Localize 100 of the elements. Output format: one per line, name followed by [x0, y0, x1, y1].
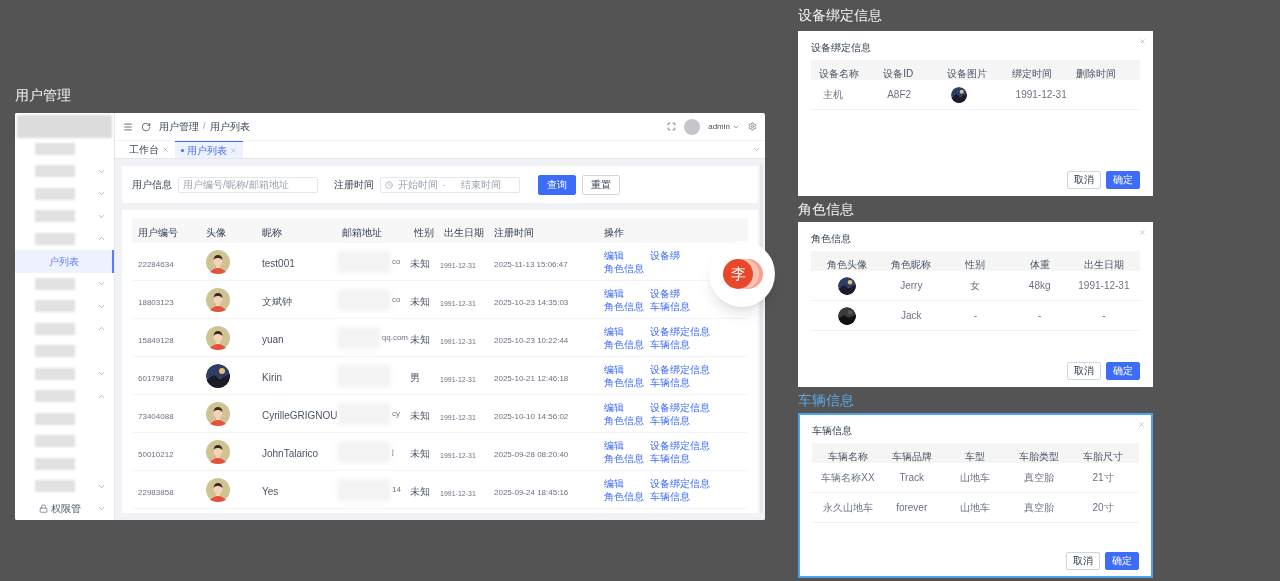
action-link[interactable]: 编辑: [604, 476, 624, 490]
close-icon[interactable]: [1139, 38, 1146, 45]
search-field[interactable]: 用户编号/昵称/邮箱地址: [178, 176, 318, 193]
table-cell: 18803123: [138, 297, 174, 307]
action-link[interactable]: 角色信息: [604, 337, 644, 351]
close-icon[interactable]: [230, 146, 237, 154]
action-link[interactable]: 车辆信息: [650, 299, 690, 313]
table-cell-text: 主机: [823, 88, 843, 102]
table-cell: 2025-11-13 15:06:47: [494, 259, 568, 269]
close-icon[interactable]: [1139, 229, 1146, 236]
action-link[interactable]: 车辆信息: [650, 375, 690, 389]
pixelated-area: [35, 457, 75, 470]
date-range-field[interactable]: 开始时间 - 结束时间: [380, 176, 520, 193]
action-link[interactable]: 角色信息: [604, 299, 644, 313]
avatar: [206, 287, 230, 312]
action-link[interactable]: 车辆信息: [650, 337, 690, 351]
action-link[interactable]: 车辆信息: [650, 413, 690, 427]
sidebar-item[interactable]: 权限管: [15, 497, 114, 520]
action-link[interactable]: 角色信息: [604, 451, 644, 465]
field-label: 用户信息: [132, 178, 172, 192]
chevron-down-icon[interactable]: [752, 145, 761, 154]
table-cell: Yes: [262, 485, 279, 497]
column-header: 注册时间: [494, 226, 534, 238]
pixelated-area: [35, 390, 75, 403]
primary-button[interactable]: 确定: [1106, 362, 1140, 380]
action-link[interactable]: 设备绑定信息: [650, 476, 710, 490]
user-avatar[interactable]: [684, 118, 701, 135]
default-button[interactable]: 重置: [582, 174, 620, 195]
action-link[interactable]: 编辑: [604, 362, 624, 376]
table-cell-text: 永久山地车: [822, 501, 873, 515]
default-button[interactable]: 取消: [1067, 362, 1101, 380]
table-cell-text: 车辆名称XX: [821, 471, 875, 485]
action-link[interactable]: 角色信息: [604, 489, 644, 503]
table-cell-text: 山地车: [960, 501, 991, 515]
tab[interactable]: 工作台: [123, 141, 175, 158]
column-header: 设备ID: [883, 68, 914, 79]
close-icon[interactable]: [162, 146, 169, 153]
menu-icon[interactable]: [123, 121, 133, 132]
table-cell-text: 真空胎: [1024, 471, 1055, 485]
column-header: 邮箱地址: [342, 226, 382, 238]
column-header: 出生日期: [1083, 259, 1124, 270]
action-link[interactable]: 编辑: [604, 400, 624, 414]
table-cell-text: forever: [896, 501, 928, 515]
settings-icon[interactable]: [748, 122, 757, 131]
avatar: [206, 477, 230, 502]
pixelated-area: [35, 367, 75, 380]
action-link[interactable]: 编辑: [604, 438, 624, 452]
table-cell: 2025-09-24 18:45:16: [494, 487, 569, 497]
pixelated-area: [35, 277, 75, 290]
action-link[interactable]: 设备绑定信息: [650, 362, 710, 376]
table-cell-text: -: [1038, 309, 1042, 323]
pixelated-area: [35, 345, 75, 358]
column-header: 角色头像: [827, 259, 868, 270]
primary-button[interactable]: 确定: [1106, 171, 1140, 189]
section-title: 车辆信息: [798, 390, 854, 410]
table-cell-text: 女: [970, 279, 981, 293]
column-header: 车辆名称: [827, 451, 868, 462]
table-cell-text: 山地车: [960, 471, 991, 485]
table-cell: 未知: [410, 333, 430, 345]
default-button[interactable]: 取消: [1066, 552, 1100, 570]
action-link[interactable]: 编辑: [604, 248, 624, 262]
table-cell: CyrilleGRIGNOU: [262, 409, 338, 421]
default-button[interactable]: 取消: [1067, 171, 1101, 189]
pixelated-area: [35, 232, 75, 245]
action-link[interactable]: 编辑: [604, 324, 624, 338]
action-link[interactable]: 车辆信息: [650, 451, 690, 465]
action-link[interactable]: 设备绑: [650, 248, 680, 262]
column-header: 车型: [965, 451, 986, 462]
tab[interactable]: 用户列表: [175, 141, 243, 158]
action-link[interactable]: 车辆信息: [650, 489, 690, 503]
table-cell-text: -: [973, 309, 978, 323]
avatar: [206, 325, 230, 350]
action-link[interactable]: 设备绑定信息: [650, 324, 710, 338]
table-cell: co: [392, 255, 401, 268]
table-cell: 22284634: [138, 259, 174, 269]
username[interactable]: admin: [708, 120, 730, 133]
action-link[interactable]: 设备绑定信息: [650, 438, 710, 452]
breadcrumb-separator: /: [203, 119, 206, 133]
action-link[interactable]: 设备绑: [650, 286, 680, 300]
action-link[interactable]: 编辑: [604, 286, 624, 300]
table-cell-text: Jerry: [900, 279, 923, 293]
breadcrumb-item[interactable]: 用户列表: [209, 119, 250, 134]
sidebar-item[interactable]: 户列表: [15, 250, 114, 273]
section-title: 角色信息: [798, 199, 854, 219]
close-icon[interactable]: [1138, 421, 1145, 428]
action-link[interactable]: 角色信息: [604, 261, 644, 275]
fullscreen-icon[interactable]: [667, 122, 677, 131]
table-cell: 2025-10-21 12:46:18: [494, 373, 569, 383]
table-cell-text: Track: [899, 471, 924, 485]
primary-button[interactable]: 查询: [538, 174, 576, 195]
table-cell: 未知: [410, 447, 430, 459]
primary-button[interactable]: 确定: [1105, 552, 1139, 570]
table-cell: 14: [392, 483, 401, 496]
column-header: 用户编号: [138, 226, 178, 238]
action-link[interactable]: 设备绑定信息: [650, 400, 710, 414]
action-link[interactable]: 角色信息: [604, 375, 644, 389]
refresh-icon[interactable]: [141, 121, 151, 132]
action-link[interactable]: 角色信息: [604, 413, 644, 427]
pixelated-area: [35, 165, 75, 178]
breadcrumb-item[interactable]: 用户管理: [159, 119, 199, 134]
